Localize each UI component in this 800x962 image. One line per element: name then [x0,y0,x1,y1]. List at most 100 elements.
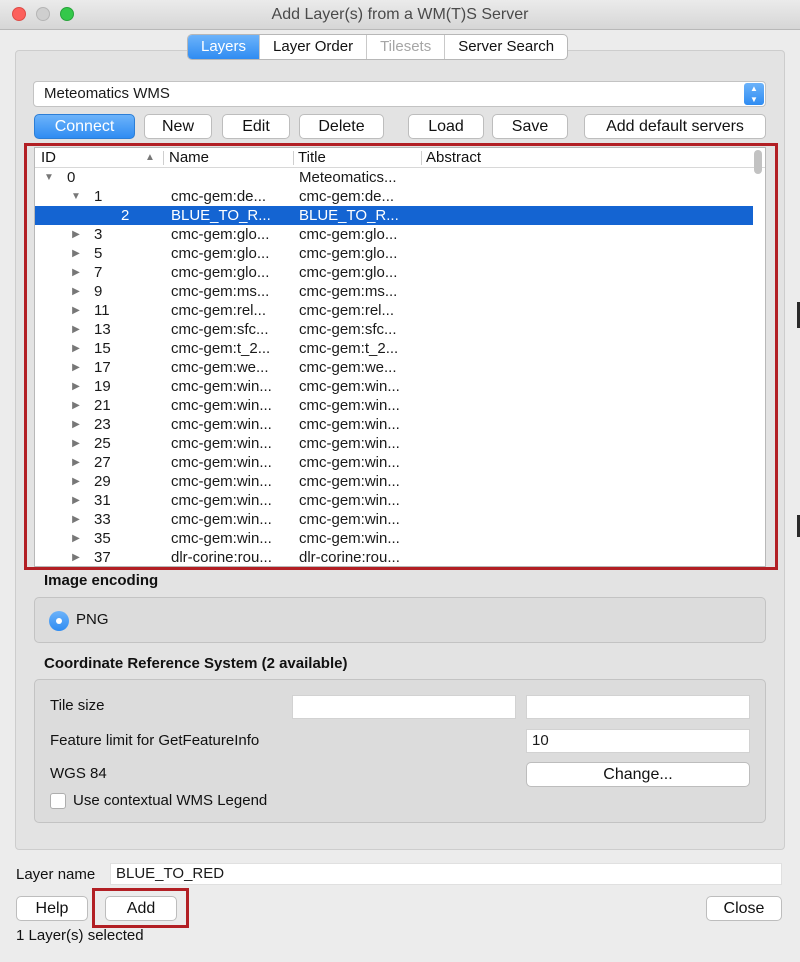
delete-button[interactable]: Delete [299,114,384,139]
tree-row[interactable]: ▶ 9 cmc-gem:ms... cmc-gem:ms... [35,282,753,301]
collapsed-arrow-icon[interactable]: ▶ [70,415,82,434]
column-header-id[interactable]: ID [37,149,56,167]
collapsed-arrow-icon[interactable]: ▶ [70,377,82,396]
row-id: 11 [94,302,110,319]
tree-row[interactable]: ▶ 31 cmc-gem:win... cmc-gem:win... [35,491,753,510]
add-button[interactable]: Add [105,896,177,921]
contextual-legend-checkbox[interactable] [50,793,66,809]
column-header-title[interactable]: Title [294,149,326,167]
collapsed-arrow-icon[interactable]: ▶ [70,339,82,358]
row-title: cmc-gem:win... [299,416,400,433]
tree-row[interactable]: ▼ 1 cmc-gem:de... cmc-gem:de... [35,187,753,206]
collapsed-arrow-icon[interactable]: ▶ [70,491,82,510]
row-title: BLUE_TO_R... [299,207,399,224]
row-title: cmc-gem:rel... [299,302,395,319]
tree-row[interactable]: 2 BLUE_TO_R... BLUE_TO_R... [35,206,753,225]
add-default-servers-button[interactable]: Add default servers [584,114,766,139]
new-button[interactable]: New [144,114,212,139]
close-button[interactable]: Close [706,896,782,921]
collapsed-arrow-icon[interactable]: ▶ [70,510,82,529]
tree-row[interactable]: ▶ 19 cmc-gem:win... cmc-gem:win... [35,377,753,396]
layer-name-input[interactable]: BLUE_TO_RED [110,863,782,885]
row-title: cmc-gem:win... [299,397,400,414]
tree-row[interactable]: ▶ 17 cmc-gem:we... cmc-gem:we... [35,358,753,377]
png-option-label[interactable]: PNG [76,611,109,628]
feature-limit-input[interactable]: 10 [526,729,750,753]
collapsed-arrow-icon[interactable]: ▶ [70,263,82,282]
tree-row[interactable]: ▶ 37 dlr-corine:rou... dlr-corine:rou... [35,548,753,566]
scrollbar-thumb[interactable] [754,150,762,174]
row-title: cmc-gem:win... [299,378,400,395]
row-name: cmc-gem:sfc... [171,321,269,338]
collapsed-arrow-icon[interactable]: ▶ [70,282,82,301]
change-crs-button[interactable]: Change... [526,762,750,787]
row-id: 31 [94,492,111,509]
contextual-legend-label[interactable]: Use contextual WMS Legend [73,792,267,809]
tab-tilesets: Tilesets [367,35,446,59]
row-name: cmc-gem:win... [171,416,272,433]
row-id: 13 [94,321,111,338]
tab-layer-order[interactable]: Layer Order [260,35,368,59]
window-title: Add Layer(s) from a WM(T)S Server [271,6,529,23]
tree-row[interactable]: ▶ 27 cmc-gem:win... cmc-gem:win... [35,453,753,472]
column-header-name[interactable]: Name [165,149,209,167]
collapsed-arrow-icon[interactable]: ▶ [70,301,82,320]
tree-row[interactable]: ▶ 21 cmc-gem:win... cmc-gem:win... [35,396,753,415]
tree-row[interactable]: ▶ 35 cmc-gem:win... cmc-gem:win... [35,529,753,548]
png-radio-button[interactable] [49,611,69,631]
tree-row[interactable]: ▶ 23 cmc-gem:win... cmc-gem:win... [35,415,753,434]
collapsed-arrow-icon[interactable]: ▶ [70,434,82,453]
tab-layers[interactable]: Layers [188,35,261,59]
tree-scrollbar[interactable] [753,150,763,560]
collapsed-arrow-icon[interactable]: ▶ [70,472,82,491]
tree-row[interactable]: ▶ 3 cmc-gem:glo... cmc-gem:glo... [35,225,753,244]
edit-button[interactable]: Edit [222,114,290,139]
tree-row[interactable]: ▶ 15 cmc-gem:t_2... cmc-gem:t_2... [35,339,753,358]
row-id: 5 [94,245,103,262]
collapsed-arrow-icon[interactable]: ▶ [70,358,82,377]
row-id: 9 [94,283,103,300]
layer-tree[interactable]: ID ▲ Name Title Abstract ▼ 0 Meteomatics..… [34,147,766,567]
row-id: 33 [94,511,111,528]
crs-name-label: WGS 84 [50,765,107,782]
tree-row[interactable]: ▶ 33 cmc-gem:win... cmc-gem:win... [35,510,753,529]
collapsed-arrow-icon[interactable]: ▶ [70,453,82,472]
collapsed-arrow-icon[interactable]: ▶ [70,548,82,566]
tile-height-input[interactable] [526,695,750,719]
row-id: 23 [94,416,111,433]
collapsed-arrow-icon[interactable]: ▶ [70,244,82,263]
tree-row[interactable]: ▶ 7 cmc-gem:glo... cmc-gem:glo... [35,263,753,282]
row-name: cmc-gem:win... [171,511,272,528]
updown-chevron-icon: ▲ ▼ [744,83,764,105]
tree-row[interactable]: ▶ 5 cmc-gem:glo... cmc-gem:glo... [35,244,753,263]
connect-button[interactable]: Connect [34,114,135,139]
row-name: cmc-gem:rel... [171,302,267,319]
row-title: cmc-gem:t_2... [299,340,399,357]
feature-limit-label: Feature limit for GetFeatureInfo [50,732,260,749]
tree-row[interactable]: ▶ 13 cmc-gem:sfc... cmc-gem:sfc... [35,320,753,339]
row-name: cmc-gem:win... [171,435,272,452]
collapsed-arrow-icon[interactable]: ▶ [70,320,82,339]
tree-row[interactable]: ▶ 29 cmc-gem:win... cmc-gem:win... [35,472,753,491]
tree-row[interactable]: ▼ 0 Meteomatics... [35,168,753,187]
collapsed-arrow-icon[interactable]: ▶ [70,396,82,415]
help-button[interactable]: Help [16,896,88,921]
save-button[interactable]: Save [492,114,568,139]
row-name: cmc-gem:glo... [171,245,270,262]
collapsed-arrow-icon[interactable]: ▶ [70,529,82,548]
tab-server-search[interactable]: Server Search [445,35,567,59]
expanded-arrow-icon[interactable]: ▼ [70,187,82,206]
tree-row[interactable]: ▶ 11 cmc-gem:rel... cmc-gem:rel... [35,301,753,320]
collapsed-arrow-icon[interactable]: ▶ [70,225,82,244]
load-button[interactable]: Load [408,114,484,139]
row-name: cmc-gem:de... [171,188,267,205]
sort-ascending-icon: ▲ [145,152,155,163]
row-title: cmc-gem:glo... [299,245,398,262]
expanded-arrow-icon[interactable]: ▼ [43,168,55,187]
row-id: 7 [94,264,103,281]
server-select[interactable]: Meteomatics WMS ▲ ▼ [33,81,766,107]
column-header-abstract[interactable]: Abstract [422,149,481,167]
row-id: 1 [94,188,103,205]
tile-width-input[interactable] [292,695,516,719]
tree-row[interactable]: ▶ 25 cmc-gem:win... cmc-gem:win... [35,434,753,453]
